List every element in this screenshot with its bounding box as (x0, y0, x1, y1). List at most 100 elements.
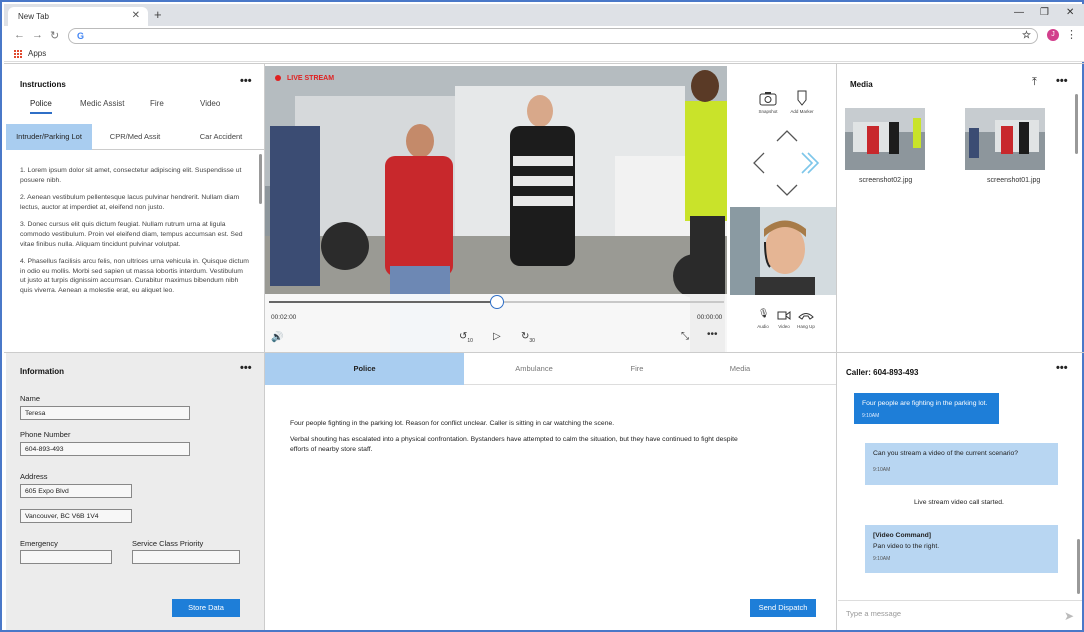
seek-handle[interactable] (489, 295, 504, 309)
instructions-title: Instructions (20, 80, 66, 89)
message-text: Can you stream a video of the current sc… (873, 450, 1019, 457)
tab-medic-assist[interactable]: Medic Assist (80, 99, 124, 108)
apps-icon[interactable] (14, 50, 22, 58)
minimize-icon[interactable]: — (1014, 7, 1024, 18)
back-icon[interactable]: ← (14, 29, 25, 41)
system-message: Live stream video call started. (914, 499, 1004, 506)
caller-face (730, 207, 836, 295)
divider (4, 352, 1084, 353)
dispatch-tab-police[interactable]: Police (265, 353, 464, 385)
add-marker-label: Add Marker (790, 109, 814, 114)
browser-menu-icon[interactable]: ⋮ (1066, 28, 1077, 41)
message-time: 9:10AM (873, 467, 891, 473)
instructions-body: 1. Lorem ipsum dolor sit amet, consectet… (20, 166, 250, 304)
information-title: Information (20, 367, 64, 376)
live-video[interactable]: LIVE STREAM 00:02:00 00:00:00 🔊 ↺10 ▷ ↻3… (265, 66, 727, 353)
forward-icon[interactable]: → (32, 29, 43, 41)
dispatch-tab-ambulance[interactable]: Ambulance (464, 353, 604, 385)
send-icon[interactable]: ➤ (1064, 609, 1074, 623)
rewind-icon[interactable]: ↺10 (459, 331, 473, 344)
media-scrollbar[interactable] (1075, 94, 1078, 154)
chat-scrollbar[interactable] (1077, 539, 1080, 594)
phone-field[interactable]: 604-893-493 (20, 442, 190, 456)
profile-avatar[interactable]: J (1047, 29, 1059, 41)
chat-more-icon[interactable]: ••• (1056, 362, 1068, 374)
instruction-step: 2. Aenean vestibulum pellentesque lacus … (20, 194, 240, 211)
upload-icon[interactable]: ⤒ (1032, 76, 1037, 89)
subtab-cpr[interactable]: CPR/Med Assit (92, 124, 178, 150)
apps-bookmark[interactable]: Apps (28, 49, 46, 58)
message-text: Pan video to the right. (873, 543, 940, 550)
browser-tab-title: New Tab (18, 12, 49, 21)
media-title: Media (850, 80, 873, 89)
seek-bar[interactable] (269, 295, 724, 309)
play-icon[interactable]: ▷ (493, 331, 501, 342)
tab-fire[interactable]: Fire (150, 99, 164, 108)
chat-input-placeholder: Type a message (846, 609, 902, 618)
close-window-icon[interactable]: ✕ (1066, 7, 1074, 18)
dispatch-notes[interactable]: Four people fighting in the parking lot.… (290, 419, 740, 461)
star-icon[interactable]: ☆ (1022, 30, 1031, 41)
chat-message-incoming: [Video Command] Pan video to the right. … (865, 525, 1058, 573)
chat-message-outgoing: Four people are fighting in the parking … (854, 393, 999, 424)
dispatch-tab-fire[interactable]: Fire (604, 353, 670, 385)
pan-left-icon (753, 152, 765, 174)
tab-video[interactable]: Video (200, 99, 220, 108)
new-tab-icon[interactable]: + (154, 7, 162, 22)
media-thumbnail[interactable] (845, 108, 925, 170)
store-data-button[interactable]: Store Data (172, 599, 240, 617)
total-time: 00:00:00 (697, 314, 723, 321)
subtab-car-accident[interactable]: Car Accident (178, 124, 264, 150)
instructions-more-icon[interactable]: ••• (240, 75, 252, 87)
media-more-icon[interactable]: ••• (1056, 75, 1068, 87)
hang-up-label: Hang Up (797, 324, 815, 329)
pan-dpad[interactable] (750, 128, 824, 198)
send-dispatch-button[interactable]: Send Dispatch (750, 599, 816, 617)
video-more-icon[interactable]: ••• (707, 329, 718, 340)
instruction-step: 4. Phasellus facilisis arcu felis, non u… (20, 258, 249, 294)
instructions-scrollbar[interactable] (259, 154, 262, 204)
browser-tab[interactable]: New Tab ✕ (8, 7, 148, 26)
current-time: 00:02:00 (271, 314, 297, 321)
video-cam-icon[interactable] (777, 310, 791, 320)
chat-message-input[interactable]: Type a message ➤ (838, 600, 1082, 630)
screenshot-preview (845, 108, 925, 170)
caller-video (730, 207, 836, 295)
subtab-intruder[interactable]: Intruder/Parking Lot (6, 124, 92, 150)
divider (836, 64, 837, 630)
message-text: Four people are fighting in the parking … (862, 400, 988, 407)
pan-down-icon (776, 184, 798, 196)
name-field[interactable]: Teresa (20, 406, 190, 420)
fullscreen-icon[interactable]: ⤡ (681, 331, 689, 342)
emergency-label: Emergency (20, 539, 58, 548)
audio-icon[interactable]: 🎙 (758, 308, 769, 319)
address-line1-field[interactable]: 605 Expo Blvd (20, 484, 132, 498)
dispatch-tabs: Police Ambulance Fire Media (265, 353, 836, 385)
restore-icon[interactable]: ❐ (1040, 7, 1049, 18)
information-more-icon[interactable]: ••• (240, 362, 252, 374)
media-thumbnail[interactable] (965, 108, 1045, 170)
screenshot-preview (965, 108, 1045, 170)
address-line2-field[interactable]: Vancouver, BC V6B 1V4 (20, 509, 132, 523)
tab-police[interactable]: Police (30, 99, 52, 114)
browser-toolbar: ← → ↻ G ☆ (4, 26, 1084, 46)
priority-field[interactable] (132, 550, 240, 564)
marker-icon[interactable] (796, 90, 808, 106)
address-bar[interactable]: G ☆ (68, 28, 1038, 44)
phone-label: Phone Number (20, 430, 71, 439)
close-icon[interactable]: ✕ (132, 10, 140, 21)
instruction-step: 1. Lorem ipsum dolor sit amet, consectet… (20, 167, 242, 184)
forward-icon[interactable]: ↻30 (521, 331, 535, 344)
volume-icon[interactable]: 🔊 (271, 332, 283, 343)
seek-progress (269, 301, 497, 303)
reload-icon[interactable]: ↻ (50, 29, 59, 42)
pan-up-icon (776, 130, 798, 142)
message-time: 9:10AM (873, 556, 891, 562)
app-frame: New Tab ✕ + — ❐ ✕ ← → ↻ G ☆ J ⋮ Apps Ins… (0, 0, 1084, 632)
dispatch-tab-media[interactable]: Media (670, 353, 810, 385)
emergency-field[interactable] (20, 550, 112, 564)
browser-tabstrip: New Tab ✕ + — ❐ ✕ (4, 4, 1084, 26)
message-time: 9:10AM (862, 413, 880, 419)
snapshot-icon[interactable] (759, 90, 777, 106)
hang-up-icon[interactable] (798, 310, 814, 320)
